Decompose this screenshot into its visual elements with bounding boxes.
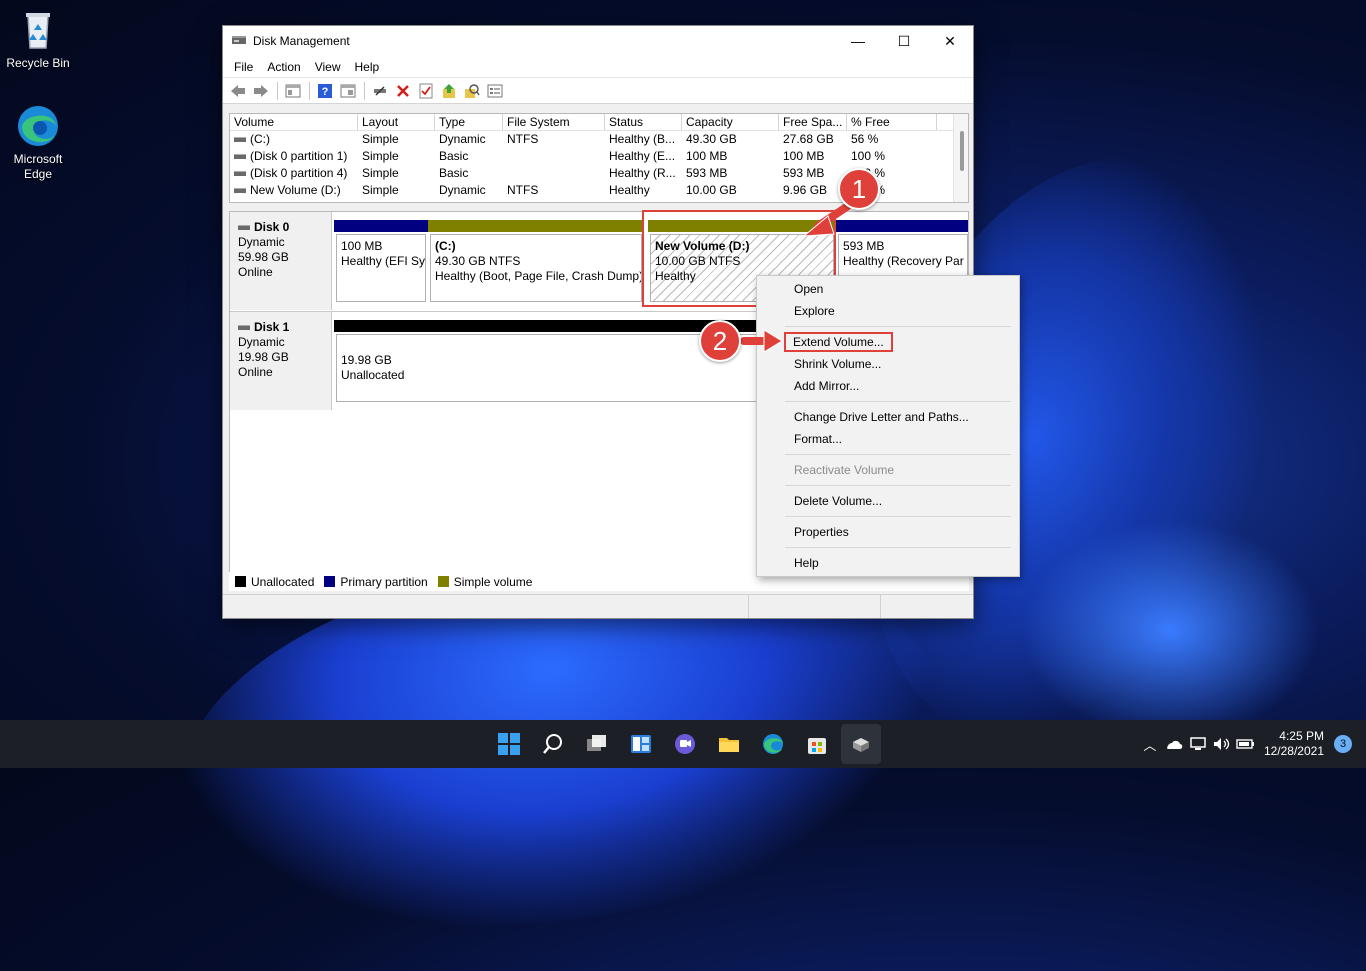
annotation-arrows bbox=[740, 202, 852, 353]
widgets-icon[interactable] bbox=[621, 724, 661, 764]
file-explorer-icon[interactable] bbox=[709, 724, 749, 764]
disk-management-icon[interactable] bbox=[841, 724, 881, 764]
step-badge-1: 1 bbox=[838, 168, 880, 210]
edge-icon[interactable] bbox=[753, 724, 793, 764]
volume-icon[interactable] bbox=[1210, 732, 1234, 756]
notification-badge[interactable]: 3 bbox=[1334, 735, 1352, 753]
start-icon[interactable] bbox=[489, 724, 529, 764]
step-badge-2: 2 bbox=[699, 320, 741, 362]
chat-icon[interactable] bbox=[665, 724, 705, 764]
onedrive-icon[interactable] bbox=[1162, 732, 1186, 756]
system-tray: ︿ 4:25 PM 12/28/2021 3 bbox=[1138, 720, 1366, 768]
clock-date: 12/28/2021 bbox=[1263, 744, 1324, 758]
task-view-icon[interactable] bbox=[577, 724, 617, 764]
clock-time: 4:25 PM bbox=[1279, 729, 1324, 743]
store-icon[interactable] bbox=[797, 724, 837, 764]
chevron-up-icon[interactable]: ︿ bbox=[1138, 732, 1162, 756]
clock[interactable]: 4:25 PM 12/28/2021 bbox=[1264, 729, 1324, 759]
search-icon[interactable] bbox=[533, 724, 573, 764]
network-icon[interactable] bbox=[1186, 732, 1210, 756]
battery-icon[interactable] bbox=[1234, 732, 1258, 756]
taskbar: ︿ 4:25 PM 12/28/2021 3 bbox=[0, 720, 1366, 768]
